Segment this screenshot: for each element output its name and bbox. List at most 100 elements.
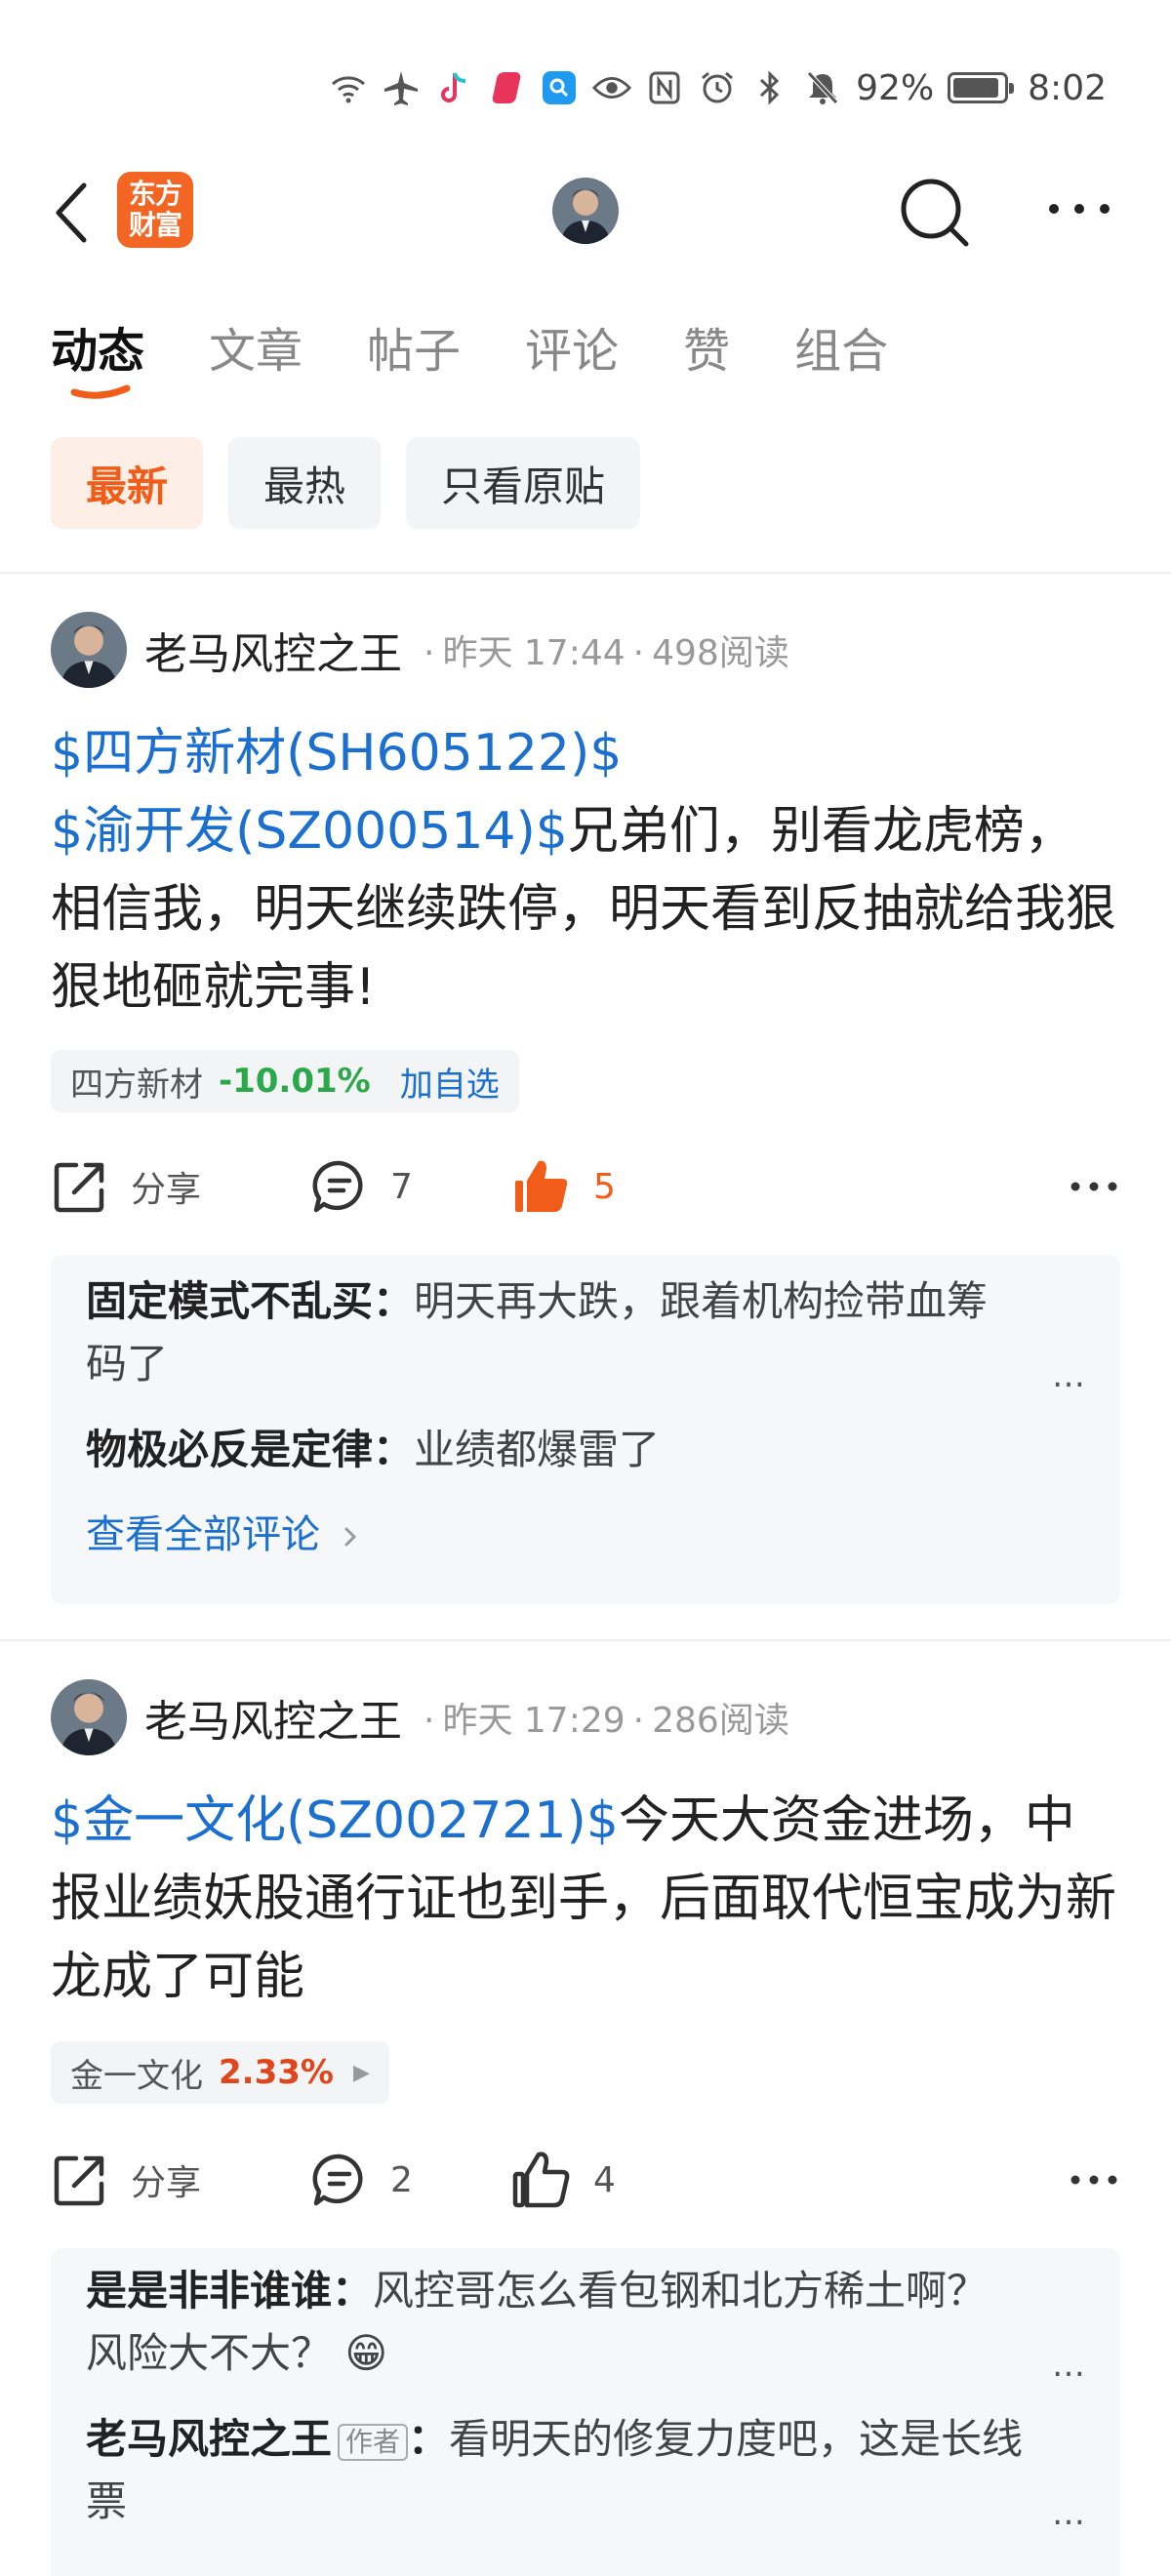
filter-latest[interactable]: 最新 [51, 437, 204, 529]
search-icon [901, 179, 969, 247]
battery-percent: 92% [856, 67, 935, 108]
post-reads: 498阅读 [652, 633, 789, 673]
commenter-name[interactable]: 是是非非谁谁 [86, 2267, 332, 2314]
comment-separator: ： [373, 1426, 415, 1473]
logo-line1: 东方 [128, 178, 182, 210]
post-more-button[interactable] [1070, 1167, 1118, 1210]
post-header: 老马风控之王 · 昨天 17:44 · 498阅读 [51, 611, 789, 689]
post-card[interactable]: 老马风控之王 · 昨天 17:29 · 286阅读 $金一文化(SZ002721)$今… [0, 1678, 1171, 2576]
like-count: 5 [593, 1166, 616, 1207]
comment-separator: ： [408, 2415, 450, 2463]
stock-link[interactable]: $金一文化(SZ002721)$ [51, 1791, 619, 1850]
comment-button[interactable]: 2 [310, 2151, 511, 2209]
like-button[interactable]: 5 [511, 1157, 616, 1216]
divider [0, 1639, 1171, 1641]
tab-articles[interactable]: 文章 [209, 312, 303, 381]
stock-tag-name: 四方新材 [70, 1065, 203, 1105]
comment-button[interactable]: 7 [310, 1157, 511, 1216]
stock-tag[interactable]: 四方新材 -10.01% 加自选 [51, 1050, 519, 1112]
add-watchlist-button[interactable]: 加自选 [400, 1058, 500, 1106]
author-avatar[interactable] [51, 1679, 127, 1755]
tab-label: 赞 [683, 324, 731, 379]
stock-tag[interactable]: 金一文化 2.33% ▶ [51, 2041, 389, 2104]
search-button[interactable] [898, 176, 972, 250]
stock-link[interactable]: $渝开发(SZ000514)$ [51, 802, 568, 861]
tab-label: 帖子 [367, 324, 462, 379]
like-button[interactable]: 4 [511, 2151, 616, 2209]
tiktok-icon [434, 68, 473, 107]
comment-separator: ： [373, 1277, 415, 1325]
post-reads: 286阅读 [652, 1701, 789, 1741]
grin-emoji: 😁 [344, 2329, 388, 2377]
share-button[interactable]: 分享 [51, 2151, 310, 2209]
share-icon [54, 2155, 104, 2206]
author-name[interactable]: 老马风控之王 [144, 619, 402, 681]
post-more-button[interactable] [1070, 2160, 1118, 2203]
alarm-icon [698, 68, 737, 107]
expand-ellipsis[interactable]: … [1052, 2494, 1085, 2533]
filter-original-only[interactable]: 只看原贴 [406, 437, 641, 529]
more-icon [1070, 2175, 1117, 2185]
share-label: 分享 [131, 1170, 202, 1210]
airplane-icon [382, 68, 421, 107]
expand-ellipsis[interactable]: … [1052, 2346, 1085, 2385]
commenter-name[interactable]: 老马风控之王 [86, 2415, 332, 2463]
tab-comments[interactable]: 评论 [525, 312, 619, 381]
logo-line2: 财富 [128, 209, 182, 241]
commenter-name[interactable]: 物极必反是定律 [86, 1426, 373, 1473]
post-content[interactable]: $金一文化(SZ002721)$今天大资金进场，中报业绩妖股通行证也到手，后面取… [51, 1782, 1124, 2016]
commenter-name[interactable]: 固定模式不乱买 [86, 1277, 373, 1325]
stock-tag-change: 2.33% [219, 2053, 334, 2092]
tab-posts[interactable]: 帖子 [367, 312, 461, 381]
tab-portfolios[interactable]: 组合 [794, 312, 888, 381]
share-label: 分享 [131, 2163, 202, 2203]
see-all-comments-link[interactable]: 查看全部评论 [86, 1503, 1085, 1559]
status-bar: 92% 8:02 [329, 59, 1107, 117]
clock: 8:02 [1028, 67, 1107, 108]
post-meta: · 昨天 17:29 · 286阅读 [424, 1701, 789, 1741]
author-badge: 作者 [338, 2423, 409, 2461]
eye-icon [592, 68, 632, 107]
search-app-icon [540, 68, 579, 107]
profile-tabs: 动态 文章 帖子 评论 赞 组合 [51, 312, 888, 399]
thumbs-up-filled-icon [515, 1160, 568, 1212]
tab-label: 动态 [51, 324, 145, 379]
comment-item[interactable]: 老马风控之王 作者 ：看明天的修复力度吧，这是长线票 … [86, 2408, 1085, 2533]
more-button[interactable] [1046, 189, 1112, 228]
comment-icon [312, 2153, 363, 2206]
battery-fill [953, 78, 999, 98]
back-button[interactable] [49, 181, 98, 244]
comment-item[interactable]: 是是非非谁谁：风控哥怎么看包钢和北方稀土啊？风险大不大？ 😁 … [86, 2260, 1085, 2385]
profile-avatar[interactable] [552, 178, 619, 244]
author-avatar[interactable] [51, 612, 127, 688]
comment-separator: ： [332, 2267, 374, 2314]
comment-item[interactable]: 物极必反是定律：业绩都爆雷了 [86, 1419, 1085, 1481]
comment-item[interactable]: 固定模式不乱买：明天再大跌，跟着机构捡带血筹码了 … [86, 1270, 1085, 1395]
comment-icon [312, 1160, 363, 1213]
stock-tag-change: -10.01% [219, 1062, 371, 1101]
post-actions: 分享 7 5 [51, 1147, 1124, 1226]
share-button[interactable]: 分享 [51, 1157, 310, 1216]
tab-label: 组合 [794, 324, 889, 379]
post-time: 昨天 17:44 [442, 633, 626, 673]
thumbs-up-icon [512, 2152, 570, 2208]
post-content[interactable]: $四方新材(SH605122)$ $渝开发(SZ000514)$兄弟们，别看龙虎… [51, 714, 1124, 1026]
nfc-icon [645, 68, 684, 107]
app-logo[interactable]: 东方 财富 [117, 172, 193, 248]
comment-count: 7 [390, 1166, 413, 1207]
post-card[interactable]: 老马风控之王 · 昨天 17:44 · 498阅读 $四方新材(SH605122)$ … [0, 611, 1171, 1606]
filter-hottest[interactable]: 最热 [228, 437, 382, 529]
expand-ellipsis[interactable]: … [1052, 1356, 1085, 1395]
comment-preview: 固定模式不乱买：明天再大跌，跟着机构捡带血筹码了 … 物极必反是定律：业绩都爆雷… [51, 1255, 1120, 1604]
tab-likes[interactable]: 赞 [683, 312, 730, 381]
chevron-right-icon [344, 1527, 356, 1547]
stock-link[interactable]: $四方新材(SH605122)$ [51, 724, 622, 783]
more-icon [1049, 204, 1110, 214]
stock-tag-name: 金一文化 [70, 2056, 203, 2096]
post-actions: 分享 2 4 [51, 2141, 1124, 2219]
see-all-label: 查看全部评论 [86, 1512, 320, 1557]
play-arrow-icon: ▶ [352, 2060, 370, 2085]
author-name[interactable]: 老马风控之王 [144, 1686, 402, 1749]
tab-dynamics[interactable]: 动态 [51, 312, 145, 399]
bluetooth-icon [750, 68, 789, 107]
